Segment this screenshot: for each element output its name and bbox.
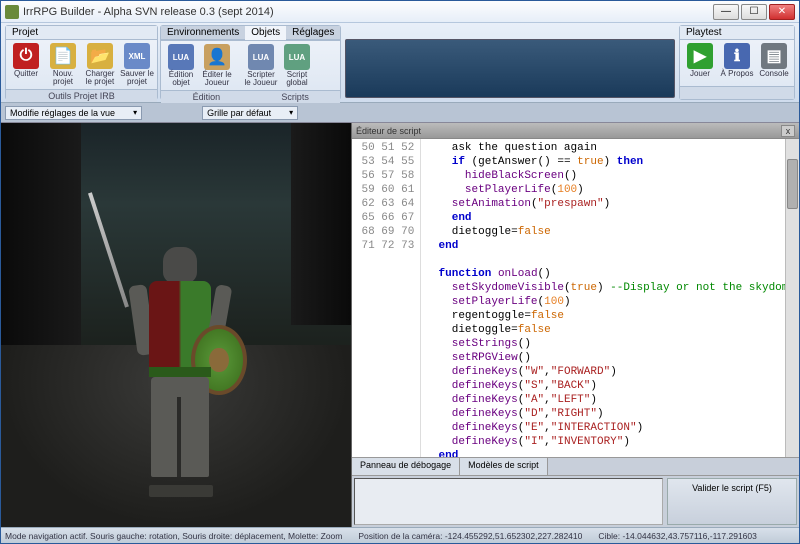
ribbon-spacer — [345, 39, 675, 98]
vertical-scrollbar[interactable] — [785, 139, 799, 457]
group-playtest: Playtest ▶JouerℹÀ Propos▤Console — [679, 25, 795, 100]
app-window: IrrRPG Builder - Alpha SVN release 0.3 (… — [0, 0, 800, 544]
window-title: IrrRPG Builder - Alpha SVN release 0.3 (… — [23, 6, 713, 18]
script-global-icon: LUA — [284, 44, 310, 70]
status-target: Cible: -14.044632,43.757116,-117.291603 — [598, 531, 756, 541]
tab-reglages[interactable]: Réglages — [286, 26, 340, 40]
tab-debug-panel[interactable]: Panneau de débogage — [352, 458, 460, 475]
tab-environnements[interactable]: Environnements — [161, 26, 245, 40]
code-editor[interactable]: 50 51 52 53 54 55 56 57 58 59 60 61 62 6… — [352, 139, 799, 457]
quitter-icon: ⏻ — [13, 43, 39, 69]
view-settings-dropdown[interactable]: Modifie réglages de la vue▾ — [5, 106, 142, 120]
tab-script-models[interactable]: Modèles de script — [460, 458, 548, 475]
scripter-joueur-icon: LUA — [248, 44, 274, 70]
validate-script-button[interactable]: Valider le script (F5) — [667, 478, 797, 525]
maximize-button[interactable]: ☐ — [741, 4, 767, 20]
sauver-projet-button[interactable]: XMLSauver le projet — [119, 42, 155, 87]
sauver-projet-icon: XML — [124, 43, 150, 69]
chevron-down-icon: ▾ — [289, 108, 293, 117]
scrollbar-thumb[interactable] — [787, 159, 798, 209]
editor-close-button[interactable]: x — [781, 125, 795, 137]
tab-objets[interactable]: Objets — [245, 26, 286, 40]
group-edition: Environnements Objets Réglages LUAÉditio… — [160, 25, 341, 100]
nouv-projet-button[interactable]: 📄Nouv. projet — [45, 42, 81, 87]
minimize-button[interactable]: — — [713, 4, 739, 20]
tab-playtest[interactable]: Playtest — [680, 26, 794, 40]
statusbar: Mode navigation actif. Souris gauche: ro… — [1, 527, 799, 543]
group-projet: Projet ⏻Quitter📄Nouv. projet📂Charger le … — [5, 25, 158, 100]
status-camera: Position de la caméra: -124.455292,51.65… — [358, 531, 582, 541]
scripter-joueur-button[interactable]: LUAScripter le Joueur — [243, 43, 279, 88]
console-button[interactable]: ▤Console — [756, 42, 792, 79]
charger-projet-icon: 📂 — [87, 43, 113, 69]
grid-dropdown[interactable]: Grille par défaut▾ — [202, 106, 298, 120]
charger-projet-button[interactable]: 📂Charger le projet — [82, 42, 118, 87]
editor-titlebar: Éditeur de script x — [352, 123, 799, 139]
jouer-icon: ▶ — [687, 43, 713, 69]
secondary-toolbar: Modifie réglages de la vue▾ Grille par d… — [1, 103, 799, 123]
nouv-projet-icon: 📄 — [50, 43, 76, 69]
main-area: Éditeur de script x 50 51 52 53 54 55 56… — [1, 123, 799, 527]
jouer-button[interactable]: ▶Jouer — [682, 42, 718, 79]
titlebar: IrrRPG Builder - Alpha SVN release 0.3 (… — [1, 1, 799, 23]
code-content[interactable]: ask the question again if (getAnswer() =… — [421, 139, 799, 457]
line-gutter: 50 51 52 53 54 55 56 57 58 59 60 61 62 6… — [352, 139, 421, 457]
close-button[interactable]: ✕ — [769, 4, 795, 20]
edition-objet-button[interactable]: LUAÉdition objet — [163, 43, 199, 88]
script-editor-pane: Éditeur de script x 50 51 52 53 54 55 56… — [351, 123, 799, 527]
output-console[interactable] — [354, 478, 663, 525]
editor-title-text: Éditeur de script — [356, 126, 421, 136]
ribbon: Projet ⏻Quitter📄Nouv. projet📂Charger le … — [1, 23, 799, 103]
script-global-button[interactable]: LUAScript global — [279, 43, 315, 88]
3d-viewport[interactable] — [1, 123, 351, 527]
editor-bottom-tabs: Panneau de débogage Modèles de script — [352, 457, 799, 475]
chevron-down-icon: ▾ — [133, 108, 137, 117]
app-icon — [5, 5, 19, 19]
a-propos-button[interactable]: ℹÀ Propos — [719, 42, 755, 79]
console-icon: ▤ — [761, 43, 787, 69]
editer-joueur-button[interactable]: 👤Éditer le Joueur — [199, 43, 235, 88]
quitter-button[interactable]: ⏻Quitter — [8, 42, 44, 79]
editer-joueur-icon: 👤 — [204, 44, 230, 70]
edition-objet-icon: LUA — [168, 44, 194, 70]
tab-projet[interactable]: Projet — [6, 26, 157, 40]
player-character — [121, 237, 241, 497]
status-nav: Mode navigation actif. Souris gauche: ro… — [5, 531, 342, 541]
a-propos-icon: ℹ — [724, 43, 750, 69]
